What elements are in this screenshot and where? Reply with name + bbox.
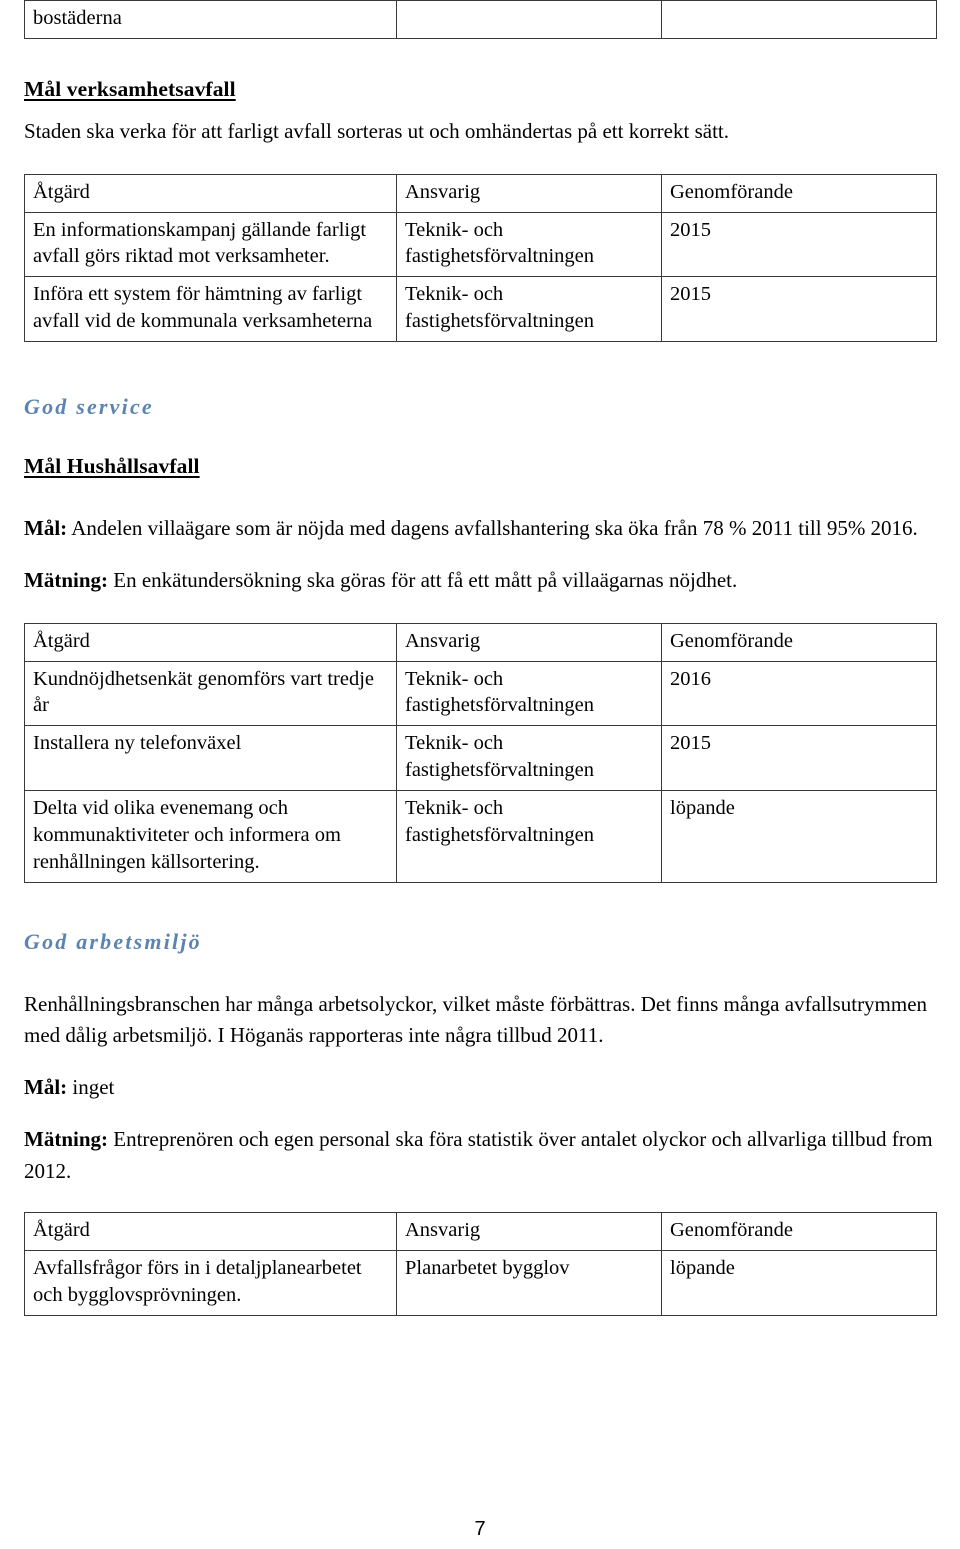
table-row: bostäderna xyxy=(24,0,937,39)
section-title-god-arbetsmiljo: God arbetsmiljö xyxy=(24,928,202,954)
continued-table: bostäderna xyxy=(24,0,937,39)
cell-genomforande: 2015 xyxy=(661,211,937,278)
cell-atgard: Delta vid olika evenemang och kommunakti… xyxy=(24,790,397,883)
matning-label: Mätning: xyxy=(24,567,108,592)
cell-ansvarig xyxy=(396,0,662,39)
table-row: Delta vid olika evenemang och kommunakti… xyxy=(24,790,937,883)
matning-paragraph-arbetsmiljo: Mätning: Entreprenören och egen personal… xyxy=(24,1124,936,1188)
cell-atgard: Avfallsfrågor förs in i detaljplanearbet… xyxy=(24,1249,397,1316)
cell-ansvarig: Teknik- och fastighetsförvaltningen xyxy=(396,790,662,883)
table-verksamhetsavfall: Åtgärd Ansvarig Genomförande En informat… xyxy=(24,173,937,342)
cell-genomforande: 2016 xyxy=(661,660,937,727)
header-atgard: Åtgärd xyxy=(24,622,397,662)
table-row: Avfallsfrågor förs in i detaljplanearbet… xyxy=(24,1249,937,1316)
header-genomforande: Genomförande xyxy=(661,622,937,662)
table-row: Installera ny telefonväxel Teknik- och f… xyxy=(24,725,937,791)
mal-label: Mål: xyxy=(24,1075,68,1100)
table-row: Kundnöjdhetsenkät genomförs vart tredje … xyxy=(24,660,937,727)
heading-mal-verksamhetsavfall: Mål verksamhetsavfall xyxy=(24,76,236,101)
table-god-service: Åtgärd Ansvarig Genomförande Kundnöjdhet… xyxy=(24,622,937,883)
header-atgard: Åtgärd xyxy=(24,173,397,213)
cell-genomforande xyxy=(661,0,937,39)
table-god-arbetsmiljo: Åtgärd Ansvarig Genomförande Avfallsfråg… xyxy=(24,1212,937,1316)
cell-ansvarig: Teknik- och fastighetsförvaltningen xyxy=(396,725,662,791)
heading-mal-hushallsavfall: Mål Hushållsavfall xyxy=(24,453,200,478)
header-genomforande: Genomförande xyxy=(661,1212,937,1251)
mal-paragraph-hushallsavfall: Mål: Andelen villaägare som är nöjda med… xyxy=(24,513,936,545)
cell-genomforande: 2015 xyxy=(661,276,937,342)
table-header-row: Åtgärd Ansvarig Genomförande xyxy=(24,1212,937,1251)
cell-ansvarig: Planarbetet bygglov xyxy=(396,1249,662,1316)
header-ansvarig: Ansvarig xyxy=(396,1212,662,1251)
matning-paragraph-hushallsavfall: Mätning: En enkätundersökning ska göras … xyxy=(24,565,936,597)
cell-genomforande: löpande xyxy=(661,790,937,883)
mal-paragraph-arbetsmiljo: Mål: inget xyxy=(24,1072,936,1104)
cell-atgard: Kundnöjdhetsenkät genomförs vart tredje … xyxy=(24,660,397,727)
cell-atgard: En informationskampanj gällande farligt … xyxy=(24,211,397,278)
cell-genomforande: löpande xyxy=(661,1249,937,1316)
cell-ansvarig: Teknik- och fastighetsförvaltningen xyxy=(396,276,662,342)
header-genomforande: Genomförande xyxy=(661,173,937,213)
page-number: 7 xyxy=(474,1518,486,1540)
header-atgard: Åtgärd xyxy=(24,1212,397,1251)
cell-atgard: bostäderna xyxy=(24,0,397,39)
table-header-row: Åtgärd Ansvarig Genomförande xyxy=(24,622,937,662)
section-title-god-service: God service xyxy=(24,393,154,419)
cell-atgard: Införa ett system för hämtning av farlig… xyxy=(24,276,397,342)
table-header-row: Åtgärd Ansvarig Genomförande xyxy=(24,173,937,213)
mal-label: Mål: xyxy=(24,515,68,540)
intro-verksamhetsavfall: Staden ska verka för att farligt avfall … xyxy=(24,118,729,143)
header-ansvarig: Ansvarig xyxy=(396,622,662,662)
matning-label: Mätning: xyxy=(24,1127,108,1152)
table-row: En informationskampanj gällande farligt … xyxy=(24,211,937,278)
paragraph-god-arbetsmiljo: Renhållningsbranschen har många arbetsol… xyxy=(24,991,928,1048)
cell-ansvarig: Teknik- och fastighetsförvaltningen xyxy=(396,660,662,727)
mal-text: inget xyxy=(67,1075,115,1100)
cell-genomforande: 2015 xyxy=(661,725,937,791)
cell-ansvarig: Teknik- och fastighetsförvaltningen xyxy=(396,211,662,278)
matning-text: Entreprenören och egen personal ska föra… xyxy=(24,1127,933,1184)
document-page: bostäderna Mål verksamhetsavfall Staden … xyxy=(0,0,960,1549)
header-ansvarig: Ansvarig xyxy=(396,173,662,213)
table-row: Införa ett system för hämtning av farlig… xyxy=(24,276,937,342)
mal-text: Andelen villaägare som är nöjda med dage… xyxy=(67,515,918,540)
matning-text: En enkätundersökning ska göras för att f… xyxy=(108,567,738,592)
cell-atgard: Installera ny telefonväxel xyxy=(24,725,397,791)
